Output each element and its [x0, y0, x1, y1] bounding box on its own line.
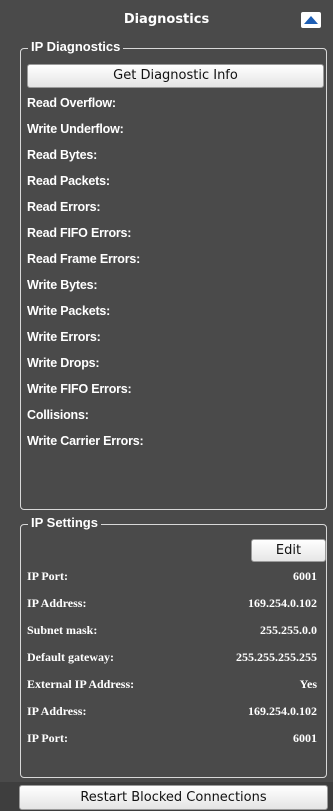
restart-blocked-connections-button[interactable]: Restart Blocked Connections: [19, 785, 328, 810]
setting-value: 255.255.255.255: [236, 650, 317, 664]
setting-row: IP Port: 6001: [27, 731, 317, 751]
setting-label: Subnet mask:: [27, 623, 98, 637]
diag-read-errors: Read Errors:: [27, 200, 101, 214]
diag-read-frame-errors: Read Frame Errors:: [27, 252, 141, 266]
ip-diagnostics-legend: IP Diagnostics: [28, 39, 124, 54]
setting-label: Default gateway:: [27, 650, 114, 664]
diag-write-errors: Write Errors:: [27, 330, 101, 344]
setting-row: IP Port: 6001: [27, 569, 317, 589]
diag-write-packets: Write Packets:: [27, 304, 111, 318]
setting-value: 169.254.0.102: [248, 596, 317, 610]
diag-read-overflow: Read Overflow:: [27, 96, 116, 110]
setting-row: IP Address: 169.254.0.102: [27, 596, 317, 616]
diag-read-bytes: Read Bytes:: [27, 148, 98, 162]
diag-read-packets: Read Packets:: [27, 174, 110, 188]
setting-row: Subnet mask: 255.255.0.0: [27, 623, 317, 643]
setting-row: External IP Address: Yes: [27, 677, 317, 697]
setting-value: 169.254.0.102: [248, 704, 317, 718]
edit-button[interactable]: Edit: [251, 539, 326, 562]
setting-label: IP Address:: [27, 596, 87, 610]
diag-write-bytes: Write Bytes:: [27, 278, 98, 292]
setting-label: IP Port:: [27, 569, 68, 583]
setting-value: Yes: [299, 677, 317, 691]
diag-collisions: Collisions:: [27, 408, 89, 422]
setting-value: 6001: [293, 569, 317, 583]
setting-row: Default gateway: 255.255.255.255: [27, 650, 317, 670]
ip-settings-legend: IP Settings: [28, 515, 101, 530]
diag-write-carrier-errors: Write Carrier Errors:: [27, 434, 144, 448]
setting-label: IP Address:: [27, 704, 87, 718]
diag-write-drops: Write Drops:: [27, 356, 100, 370]
collapse-button[interactable]: [301, 12, 321, 28]
diag-write-fifo-errors: Write FIFO Errors:: [27, 382, 132, 396]
diagnostics-list: Read Overflow: Write Underflow: Read Byt…: [27, 96, 144, 460]
setting-label: IP Port:: [27, 731, 68, 745]
setting-value: 255.255.0.0: [260, 623, 317, 637]
triangle-up-icon: [304, 16, 318, 24]
panel-title: Diagnostics: [123, 12, 210, 27]
diag-write-underflow: Write Underflow:: [27, 122, 124, 136]
setting-label: External IP Address:: [27, 677, 135, 691]
setting-value: 6001: [293, 731, 317, 745]
panel-header: Diagnostics: [8, 8, 325, 34]
get-diagnostic-info-button[interactable]: Get Diagnostic Info: [27, 64, 324, 88]
setting-row: IP Address: 169.254.0.102: [27, 704, 317, 724]
diag-read-fifo-errors: Read FIFO Errors:: [27, 226, 132, 240]
